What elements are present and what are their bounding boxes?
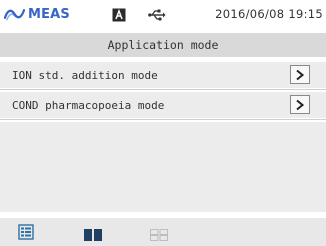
chevron-right-button[interactable] bbox=[290, 65, 310, 84]
device-screen: MEAS 2016/06/08 19:15 Application mode I… bbox=[0, 0, 326, 246]
meas-label: MEAS bbox=[27, 6, 70, 22]
chevron-right-icon bbox=[296, 69, 305, 80]
menu-item-label: COND pharmacopoeia mode bbox=[12, 98, 165, 112]
menu-empty-area bbox=[0, 122, 326, 212]
chevron-right-icon bbox=[296, 99, 305, 110]
row-divider bbox=[0, 89, 326, 90]
bottom-toolbar bbox=[0, 218, 326, 246]
page-title-bar: Application mode bbox=[0, 33, 326, 57]
menu-item-ion-std-addition[interactable]: ION std. addition mode bbox=[0, 62, 326, 88]
meas-wave-icon bbox=[4, 9, 25, 21]
datetime-display: 2016/06/08 19:15 bbox=[215, 7, 323, 21]
grid-view-icon[interactable] bbox=[150, 226, 168, 245]
menu-item-label: ION std. addition mode bbox=[12, 68, 158, 82]
page-title: Application mode bbox=[107, 38, 219, 52]
a-box-icon bbox=[112, 7, 126, 26]
meas-button[interactable]: MEAS bbox=[4, 5, 70, 23]
menu-item-cond-pharmacopoeia[interactable]: COND pharmacopoeia mode bbox=[0, 92, 326, 118]
split-view-icon[interactable] bbox=[84, 226, 102, 245]
list-view-icon[interactable] bbox=[18, 224, 34, 244]
status-bar: MEAS 2016/06/08 19:15 bbox=[0, 0, 326, 28]
usb-icon bbox=[148, 7, 166, 26]
chevron-right-button[interactable] bbox=[290, 95, 310, 114]
row-divider bbox=[0, 119, 326, 120]
